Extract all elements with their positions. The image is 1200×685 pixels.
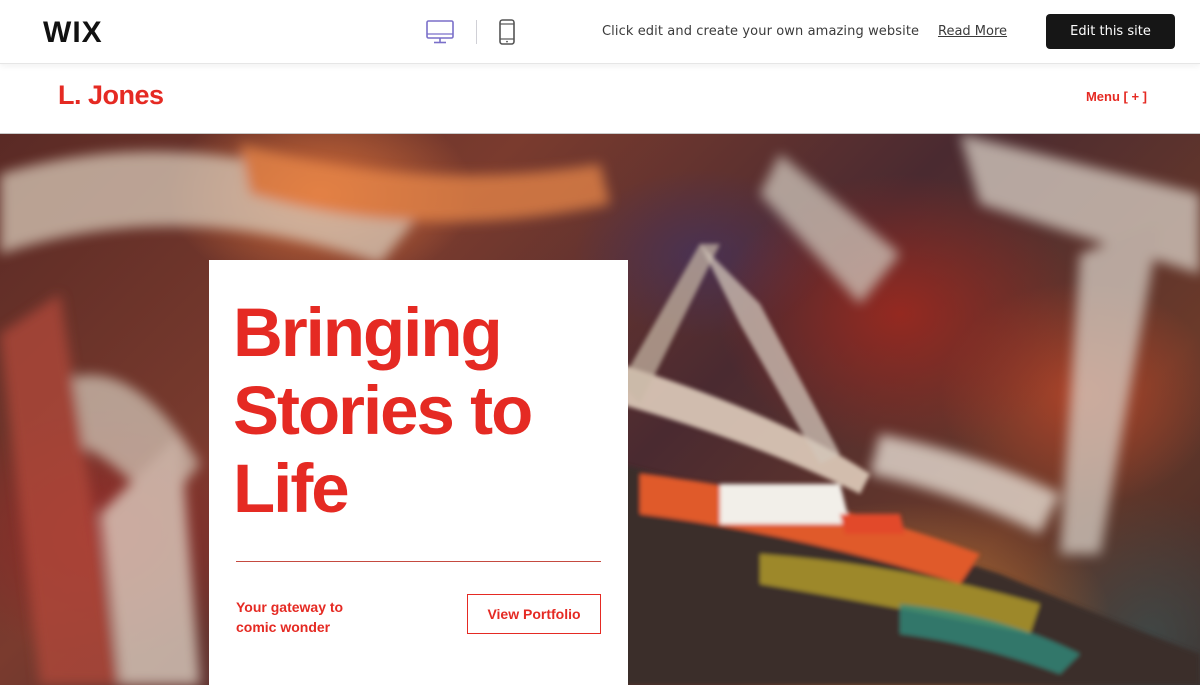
edit-site-button[interactable]: Edit this site (1046, 14, 1175, 49)
site-name[interactable]: L. Jones (58, 80, 164, 111)
site-header: L. Jones Menu [ + ] (0, 64, 1200, 134)
hero-tagline: Your gateway to comic wonder (236, 599, 344, 635)
card-divider (236, 561, 601, 562)
menu-toggle[interactable]: Menu [ + ] (1086, 89, 1147, 104)
wix-top-bar: WIX Click edit and create your own amazi… (0, 0, 1200, 64)
view-portfolio-button[interactable]: View Portfolio (467, 594, 601, 634)
promo-text: Click edit and create your own amazing w… (602, 24, 920, 39)
mobile-view-icon[interactable] (498, 18, 516, 46)
svg-text:WIX: WIX (43, 17, 103, 45)
wix-logo-mark: WIX (43, 16, 103, 49)
wix-logo[interactable]: WIX (43, 16, 111, 50)
desktop-view-icon[interactable] (425, 19, 455, 45)
device-divider (476, 20, 477, 44)
read-more-link[interactable]: Read More (938, 24, 1007, 39)
hero-title: Bringing Stories to Life (233, 294, 533, 527)
hero-card: Bringing Stories to Life Your gateway to… (209, 260, 628, 685)
